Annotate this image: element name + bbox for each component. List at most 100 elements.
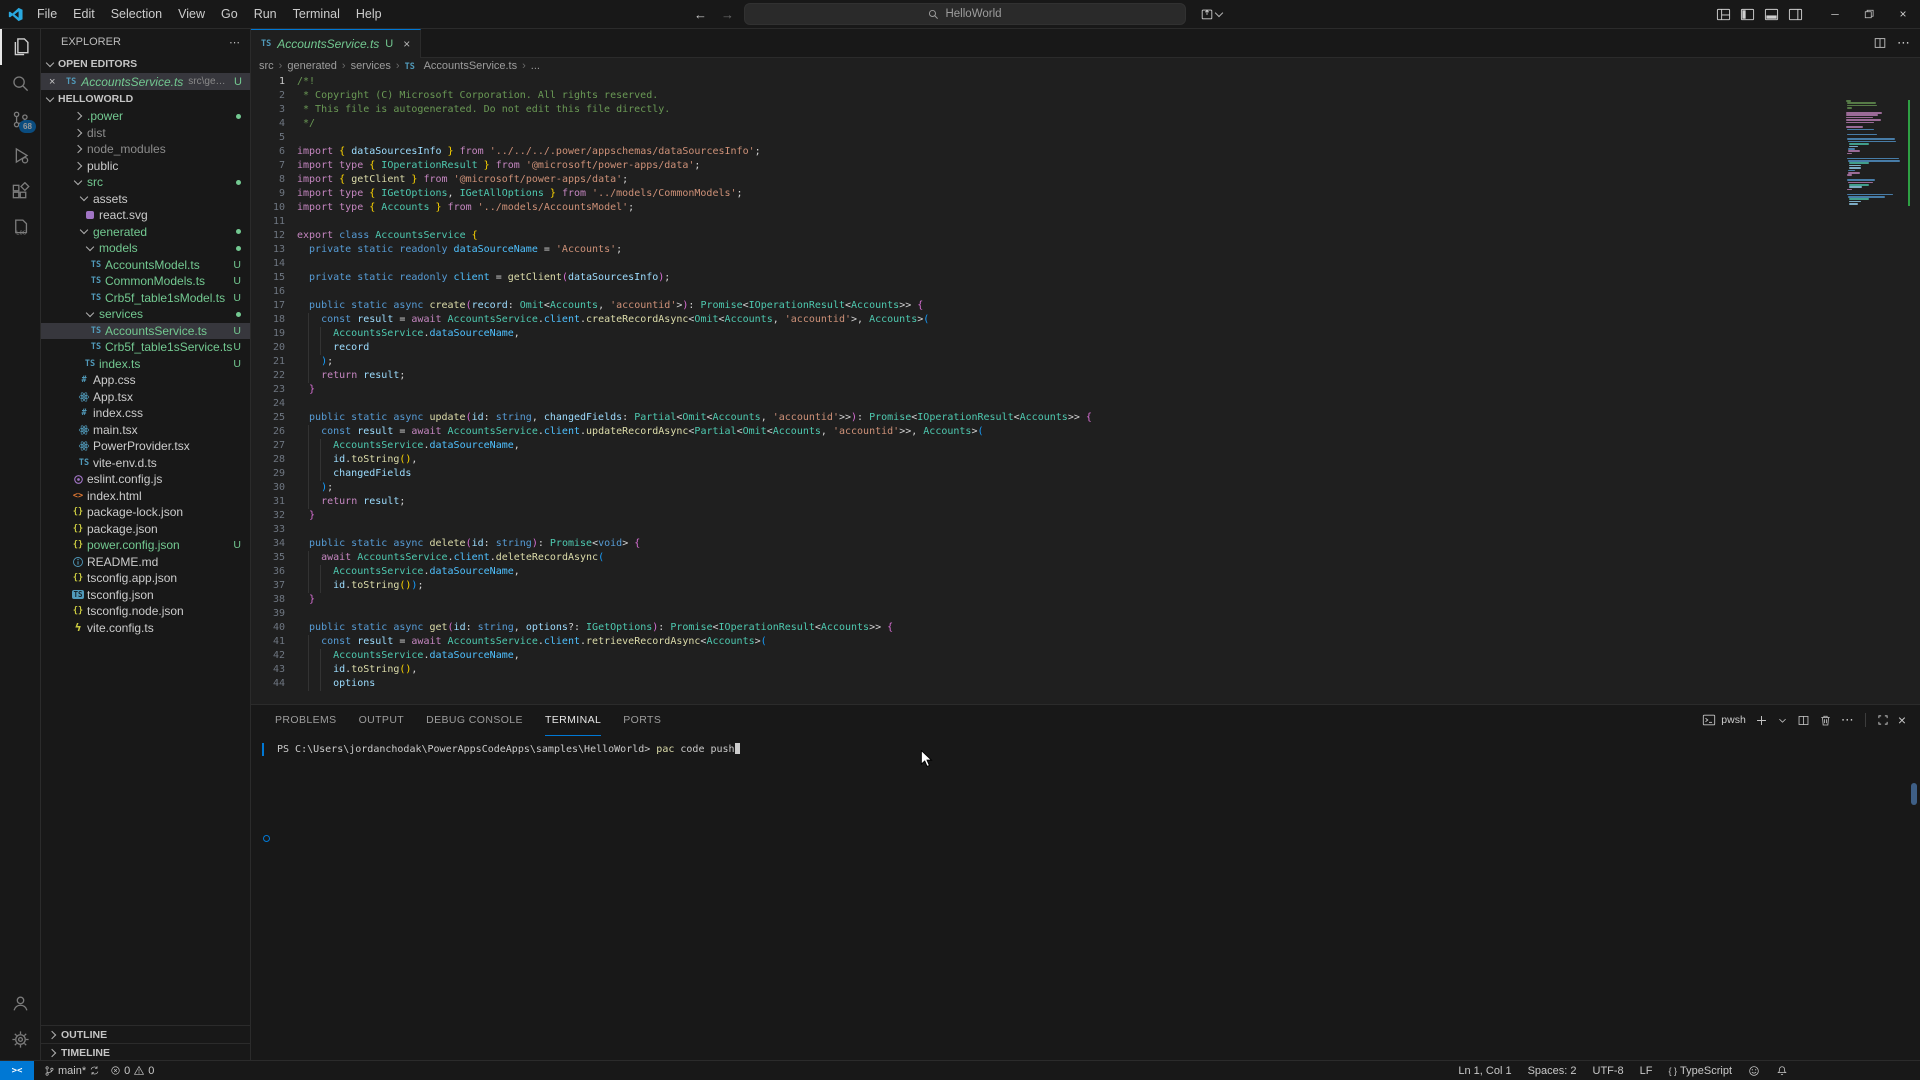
code-line[interactable]: 6import { dataSourcesInfo } from '../../…	[251, 145, 1920, 159]
tree-item[interactable]: #App.css	[41, 372, 250, 389]
menu-terminal[interactable]: Terminal	[286, 4, 347, 24]
customize-layout-icon[interactable]	[1714, 5, 1732, 23]
tree-item[interactable]: {}tsconfig.node.json	[41, 603, 250, 620]
menu-selection[interactable]: Selection	[104, 4, 169, 24]
tree-folder[interactable]: node_modules	[41, 141, 250, 158]
cursor-position-item[interactable]: Ln 1, Col 1	[1458, 1065, 1511, 1077]
open-editors-section[interactable]: OPEN EDITORS	[41, 55, 250, 73]
code-line[interactable]: 21 );	[251, 355, 1920, 369]
toggle-secondary-sidebar-icon[interactable]	[1786, 5, 1804, 23]
panel-tab-ports[interactable]: PORTS	[623, 705, 661, 736]
more-actions-icon[interactable]: ⋯	[1897, 35, 1910, 51]
breadcrumb-item[interactable]: generated	[287, 60, 337, 72]
tree-item[interactable]: TStsconfig.json	[41, 587, 250, 604]
timeline-section[interactable]: TIMELINE	[41, 1043, 250, 1061]
tree-item[interactable]: #index.css	[41, 405, 250, 422]
indentation-item[interactable]: Spaces: 2	[1528, 1065, 1577, 1077]
git-branch-item[interactable]: main*	[44, 1065, 100, 1077]
panel-tab-output[interactable]: OUTPUT	[359, 705, 405, 736]
tree-item[interactable]: main.tsx	[41, 422, 250, 439]
code-line[interactable]: 41 const result = await AccountsService.…	[251, 635, 1920, 649]
new-terminal-icon[interactable]	[1755, 714, 1768, 727]
source-control-icon[interactable]: 68	[0, 101, 40, 137]
code-line[interactable]: 4 */	[251, 117, 1920, 131]
maximize-panel-icon[interactable]	[1877, 714, 1889, 726]
menu-help[interactable]: Help	[349, 4, 389, 24]
code-line[interactable]: 12export class AccountsService {	[251, 229, 1920, 243]
tree-item[interactable]: TSCrb5f_table1sModel.tsU	[41, 290, 250, 307]
tree-item[interactable]: react.svg	[41, 207, 250, 224]
code-line[interactable]: 2 * Copyright (C) Microsoft Corporation.…	[251, 89, 1920, 103]
terminal-scrollbar[interactable]	[1911, 783, 1917, 805]
panel-tab-debug-console[interactable]: DEBUG CONSOLE	[426, 705, 523, 736]
breadcrumb-item[interactable]: services	[351, 60, 391, 72]
tree-item[interactable]: {}package-lock.json	[41, 504, 250, 521]
tree-item[interactable]: TSAccountsService.tsU	[41, 323, 250, 340]
tree-item[interactable]: ϟvite.config.ts	[41, 620, 250, 637]
extensions-icon[interactable]	[0, 173, 40, 209]
forward-arrow-icon[interactable]: →	[717, 7, 738, 22]
tree-item[interactable]: TSAccountsModel.tsU	[41, 257, 250, 274]
code-line[interactable]: 32 }	[251, 509, 1920, 523]
code-line[interactable]: 23 }	[251, 383, 1920, 397]
tree-folder[interactable]: public	[41, 158, 250, 175]
code-line[interactable]: 1/*!	[251, 75, 1920, 89]
menu-file[interactable]: File	[30, 4, 64, 24]
code-line[interactable]: 27 AccountsService.dataSourceName,	[251, 439, 1920, 453]
back-arrow-icon[interactable]: ←	[690, 7, 711, 22]
menu-go[interactable]: Go	[214, 4, 245, 24]
code-line[interactable]: 15 private static readonly client = getC…	[251, 271, 1920, 285]
code-line[interactable]: 18 const result = await AccountsService.…	[251, 313, 1920, 327]
code-line[interactable]: 25 public static async update(id: string…	[251, 411, 1920, 425]
code-line[interactable]: 34 public static async delete(id: string…	[251, 537, 1920, 551]
code-line[interactable]: 16	[251, 285, 1920, 299]
minimize-icon[interactable]	[1818, 0, 1852, 28]
menu-view[interactable]: View	[171, 4, 212, 24]
launch-profile-icon[interactable]	[1200, 7, 1222, 21]
account-icon[interactable]	[0, 985, 40, 1021]
tree-item[interactable]: PowerProvider.tsx	[41, 438, 250, 455]
code-line[interactable]: 26 const result = await AccountsService.…	[251, 425, 1920, 439]
chevron-down-icon[interactable]	[1777, 715, 1788, 726]
shell-label[interactable]: pwsh	[1721, 714, 1746, 726]
trash-icon[interactable]	[1819, 714, 1832, 727]
tree-folder[interactable]: services	[41, 306, 250, 323]
tree-folder[interactable]: dist	[41, 125, 250, 142]
split-editor-icon[interactable]	[1873, 36, 1887, 50]
code-line[interactable]: 3 * This file is autogenerated. Do not e…	[251, 103, 1920, 117]
code-line[interactable]: 20 record	[251, 341, 1920, 355]
tree-item[interactable]: {}power.config.jsonU	[41, 537, 250, 554]
log-icon[interactable]: LOG	[0, 209, 40, 245]
panel-tab-terminal[interactable]: TERMINAL	[545, 705, 601, 736]
terminal[interactable]: PS C:\Users\jordanchodak\PowerAppsCodeAp…	[251, 735, 1920, 757]
files-icon[interactable]	[0, 29, 42, 65]
code-line[interactable]: 8import { getClient } from '@microsoft/p…	[251, 173, 1920, 187]
code-line[interactable]: 29 changedFields	[251, 467, 1920, 481]
code-line[interactable]: 7import type { IOperationResult } from '…	[251, 159, 1920, 173]
tree-item[interactable]: TSvite-env.d.ts	[41, 455, 250, 472]
split-terminal-icon[interactable]	[1797, 714, 1810, 727]
close-icon[interactable]: ×	[1886, 0, 1920, 28]
code-line[interactable]: 38 }	[251, 593, 1920, 607]
notifications-bell-icon[interactable]	[1776, 1065, 1788, 1077]
code-line[interactable]: 11	[251, 215, 1920, 229]
code-line[interactable]: 30 );	[251, 481, 1920, 495]
tree-folder[interactable]: assets	[41, 191, 250, 208]
code-line[interactable]: 33	[251, 523, 1920, 537]
close-icon[interactable]: ×	[49, 76, 61, 88]
minimap[interactable]	[1846, 100, 1904, 220]
close-tab-icon[interactable]: ×	[403, 37, 410, 51]
breadcrumb-file[interactable]: AccountsService.ts	[424, 60, 518, 72]
tree-folder[interactable]: models	[41, 240, 250, 257]
settings-gear-icon[interactable]	[0, 1021, 40, 1057]
tab-accountsservice[interactable]: TS AccountsService.ts U ×	[251, 29, 421, 58]
code-line[interactable]: 24	[251, 397, 1920, 411]
breadcrumb-more[interactable]: ...	[531, 60, 540, 72]
code-line[interactable]: 28 id.toString(),	[251, 453, 1920, 467]
workspace-section[interactable]: HELLOWORLD	[41, 90, 250, 108]
feedback-smiley-icon[interactable]	[1748, 1065, 1760, 1077]
tree-item[interactable]: {}tsconfig.app.json	[41, 570, 250, 587]
tree-item[interactable]: eslint.config.js	[41, 471, 250, 488]
tree-folder[interactable]: src	[41, 174, 250, 191]
panel-tab-problems[interactable]: PROBLEMS	[275, 705, 337, 736]
